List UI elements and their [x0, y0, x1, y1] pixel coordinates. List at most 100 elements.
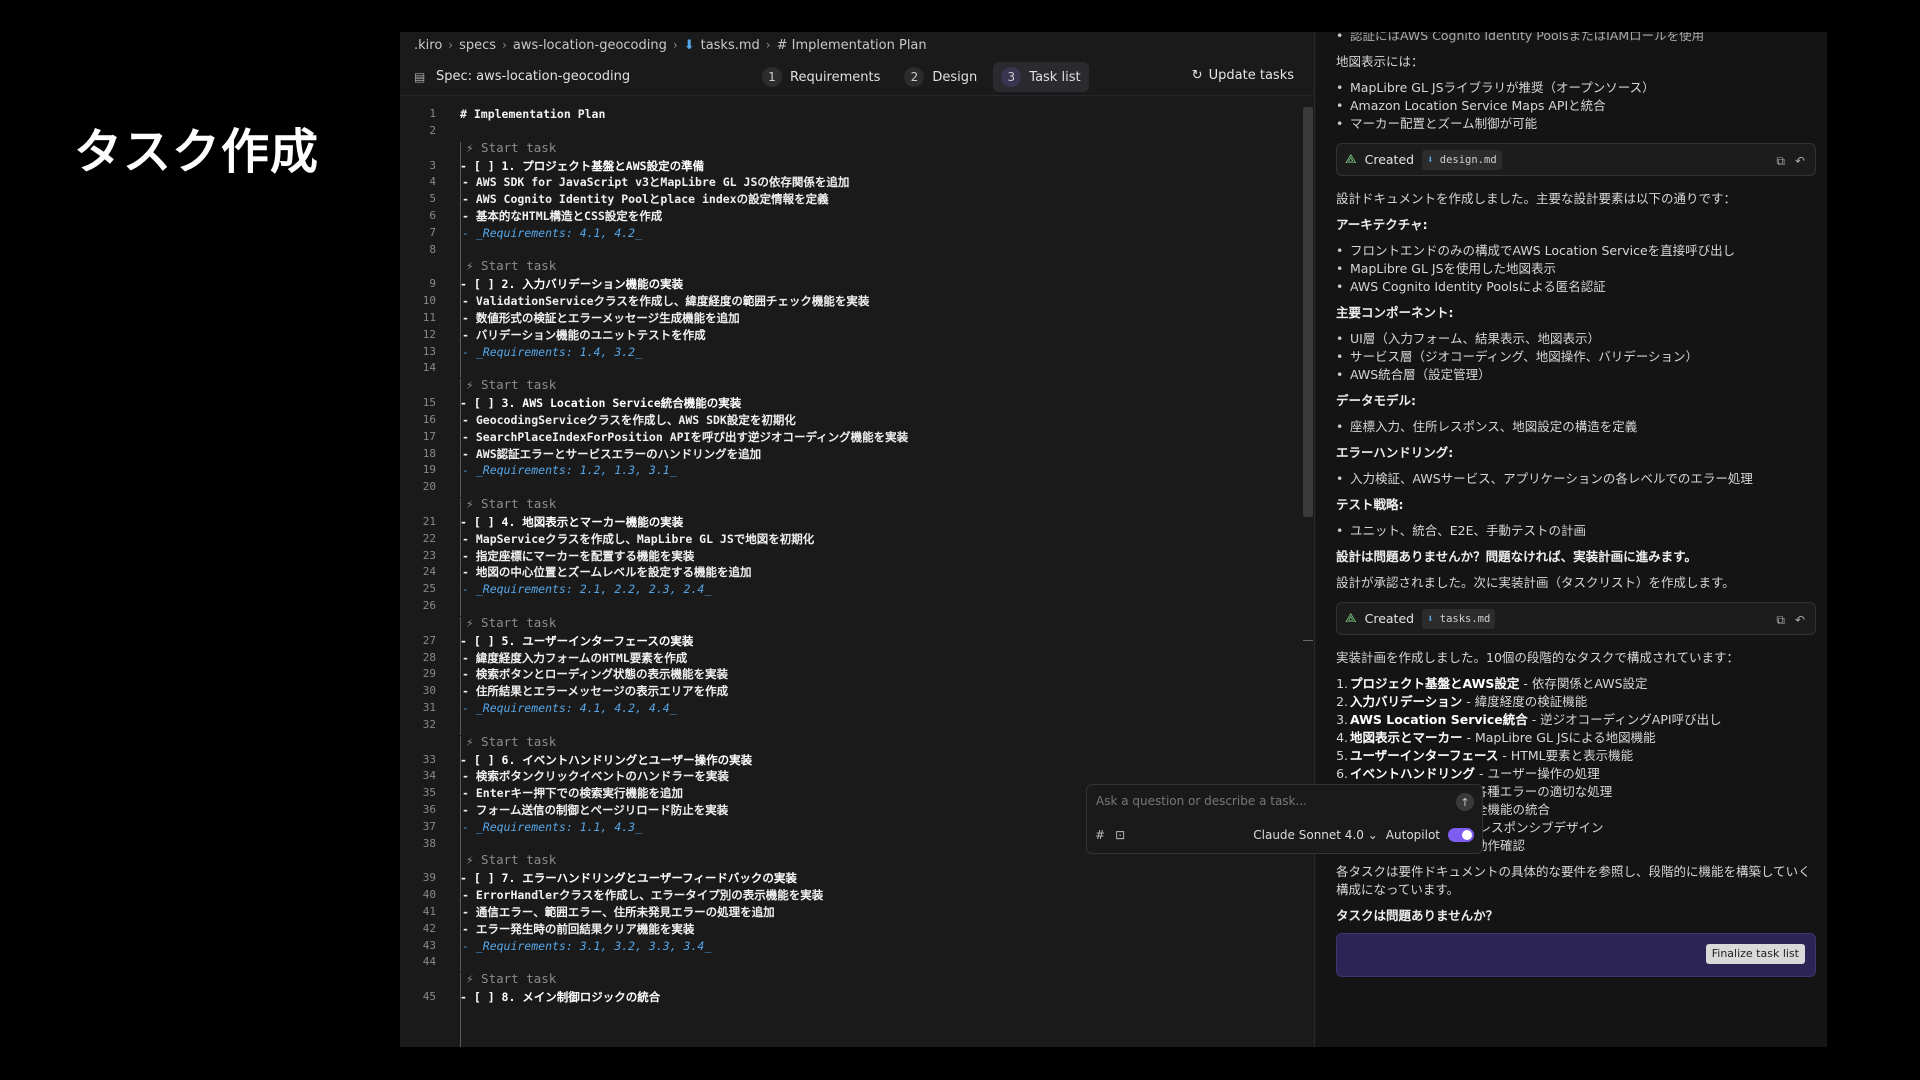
diff-icon[interactable]: ⧉ [1776, 611, 1785, 629]
start-task-link[interactable]: ⚡ Start task [466, 615, 556, 632]
line-number: 17 [422, 429, 436, 443]
start-task-link[interactable]: ⚡ Start task [466, 377, 556, 394]
line-number: 4 [429, 175, 436, 189]
hash-icon[interactable]: # [1095, 828, 1105, 842]
send-icon[interactable]: ↑ [1456, 793, 1474, 811]
tab-design[interactable]: 2 Design [896, 62, 985, 92]
list-item: UI層（入力フォーム、結果表示、地図表示） [1336, 330, 1816, 348]
breadcrumb-file[interactable]: tasks.md [701, 38, 760, 53]
line-number: 1 [429, 107, 436, 120]
tab-label: Requirements [790, 69, 881, 85]
code-line: 2 [400, 123, 1300, 140]
undo-icon[interactable]: ↶ [1795, 611, 1805, 629]
tab-task-list[interactable]: 3 Task list [993, 62, 1089, 92]
start-task-link[interactable]: ⚡ Start task [466, 496, 556, 513]
plan-desc: - HTML要素と表示機能 [1498, 748, 1634, 763]
code-line: 16 - GeocodingServiceクラスを作成し、AWS SDK設定を初… [400, 412, 1300, 429]
line-number: 31 [422, 701, 436, 714]
line-text: - 緯度経度入力フォームのHTML要素を作成 [462, 650, 688, 665]
line-text: - AWS SDK for JavaScript v3とMapLibre GL … [462, 175, 850, 190]
line-text: - 住所結果とエラーメッセージの表示エリアを作成 [462, 684, 729, 699]
code-line: 42 - エラー発生時の前回結果クリア機能を実装 [400, 921, 1300, 938]
code-editor[interactable]: 1 # Implementation Plan 2 ⚡ Start task 3 - [ … [400, 102, 1300, 1047]
list-item: フロントエンドのみの構成でAWS Location Serviceを直接呼び出し [1336, 242, 1816, 260]
breadcrumb-symbol[interactable]: # Implementation Plan [777, 38, 927, 53]
update-tasks-button[interactable]: ↻ Update tasks [1192, 68, 1294, 83]
chat-input[interactable]: Ask a question or describe a task... [1096, 794, 1307, 808]
list-item: マーカー配置とズーム制御が可能 [1336, 115, 1816, 133]
code-line: 32 [400, 717, 1300, 734]
line-text: - ValidationServiceクラスを作成し、緯度経度の範囲チェック機能… [462, 294, 870, 309]
line-number: 11 [422, 311, 436, 324]
codelens-start-task[interactable]: ⚡ Start task [400, 140, 1300, 157]
plan-desc: - 逆ジオコーディングAPI呼び出し [1527, 712, 1722, 727]
line-text: - [ ] 7. エラーハンドリングとユーザーフィードバックの実装 [460, 871, 797, 886]
line-number: 37 [422, 819, 436, 833]
list-item: 座標入力、住所レスポンス、地図設定の構造を定義 [1336, 418, 1816, 436]
codelens-start-task[interactable]: ⚡ Start task [400, 258, 1300, 275]
line-text: - _Requirements: 1.1, 4.3_ [462, 819, 643, 834]
codelens-start-task[interactable]: ⚡ Start task [400, 971, 1300, 988]
start-task-link[interactable]: ⚡ Start task [466, 140, 556, 157]
line-text: - AWS認証エラーとサービスエラーのハンドリングを追加 [462, 446, 762, 461]
start-task-link[interactable]: ⚡ Start task [466, 258, 556, 275]
breadcrumb-kiro[interactable]: .kiro [414, 38, 442, 53]
codelens-start-task[interactable]: ⚡ Start task [400, 496, 1300, 513]
created-label: Created [1364, 610, 1415, 626]
editor-scrollbar[interactable] [1303, 107, 1313, 517]
line-text: - 地図の中心位置とズームレベルを設定する機能を追加 [462, 565, 752, 580]
chat-text: 実装計画を作成しました。10個の段階的なタスクで構成されています： [1336, 650, 1740, 665]
finalize-task-list-button[interactable]: Finalize task list [1705, 944, 1805, 964]
codelens-start-task[interactable]: ⚡ Start task [400, 615, 1300, 632]
plan-title: 地図表示とマーカー [1350, 730, 1463, 745]
code-line: 45 - [ ] 8. メイン制御ロジックの統合 [400, 989, 1300, 1006]
plan-desc: - ユーザー操作の処理 [1475, 766, 1600, 781]
plan-desc: - 緯度経度の検証機能 [1462, 694, 1588, 709]
plan-item: 2. 入力バリデーション - 緯度経度の検証機能 [1336, 693, 1816, 711]
undo-icon[interactable]: ↶ [1795, 152, 1805, 170]
codelens-start-task[interactable]: ⚡ Start task [400, 377, 1300, 394]
image-icon[interactable]: ⊡ [1115, 828, 1125, 842]
chat-input-box[interactable]: Ask a question or describe a task... ↑ #… [1086, 784, 1483, 854]
line-number: 35 [422, 786, 436, 800]
plan-item: 4. 地図表示とマーカー - MapLibre GL JSによる地図機能 [1336, 729, 1816, 747]
section-heading: データモデル: [1336, 393, 1416, 408]
line-number: 22 [422, 531, 436, 545]
tab-number: 3 [1001, 67, 1022, 87]
code-line: 44 [400, 954, 1300, 971]
autopilot-toggle[interactable] [1448, 828, 1474, 842]
code-line: 10 - ValidationServiceクラスを作成し、緯度経度の範囲チェッ… [400, 293, 1300, 310]
code-line: 23 - 指定座標にマーカーを配置する機能を実装 [400, 548, 1300, 565]
line-number: 45 [422, 990, 436, 1004]
start-task-link[interactable]: ⚡ Start task [466, 852, 556, 869]
code-line: 12 - バリデーション機能のユニットテストを作成 [400, 327, 1300, 344]
model-selector[interactable]: Claude Sonnet 4.0 ⌄ [1253, 828, 1378, 842]
file-chip[interactable]: ⬇ tasks.md [1422, 608, 1496, 629]
breadcrumb-specs[interactable]: specs [459, 38, 496, 53]
line-number: 6 [429, 209, 436, 222]
line-text: - 指定座標にマーカーを配置する機能を実装 [462, 548, 695, 563]
spec-bar: ▤ Spec: aws-location-geocoding 1 Requirem… [400, 58, 1314, 96]
chevron-right-icon: › [502, 38, 507, 52]
chat-text: 設計が承認されました。次に実装計画（タスクリスト）を作成します。 [1336, 575, 1735, 590]
diff-icon[interactable]: ⧉ [1776, 152, 1785, 170]
breadcrumb-folder[interactable]: aws-location-geocoding [513, 38, 667, 53]
line-number: 28 [422, 650, 436, 664]
line-number: 18 [422, 446, 436, 460]
created-tasks-card[interactable]: ⟁ Created ⬇ tasks.md ⧉ ↶ [1336, 602, 1816, 635]
file-chip[interactable]: ⬇ design.md [1422, 149, 1502, 170]
line-text: # Implementation Plan [460, 107, 606, 121]
codelens-start-task[interactable]: ⚡ Start task [400, 852, 1300, 869]
list-item: 入力検証、AWSサービス、アプリケーションの各レベルでのエラー処理 [1336, 470, 1816, 488]
line-text: - GeocodingServiceクラスを作成し、AWS SDK設定を初期化 [462, 413, 796, 427]
start-task-link[interactable]: ⚡ Start task [466, 734, 556, 751]
code-line: 28 - 緯度経度入力フォームのHTML要素を作成 [400, 650, 1300, 667]
code-line: 27 - [ ] 5. ユーザーインターフェースの実装 [400, 633, 1300, 650]
tab-requirements[interactable]: 1 Requirements [754, 62, 888, 92]
start-task-link[interactable]: ⚡ Start task [466, 971, 556, 988]
scroll-marker [1303, 640, 1313, 641]
list-item: AWS Cognito Identity Poolsによる匿名認証 [1336, 278, 1816, 296]
code-line: 34 - 検索ボタンクリックイベントのハンドラーを実装 [400, 768, 1300, 785]
created-design-card[interactable]: ⟁ Created ⬇ design.md ⧉ ↶ [1336, 143, 1816, 176]
codelens-start-task[interactable]: ⚡ Start task [400, 734, 1300, 751]
